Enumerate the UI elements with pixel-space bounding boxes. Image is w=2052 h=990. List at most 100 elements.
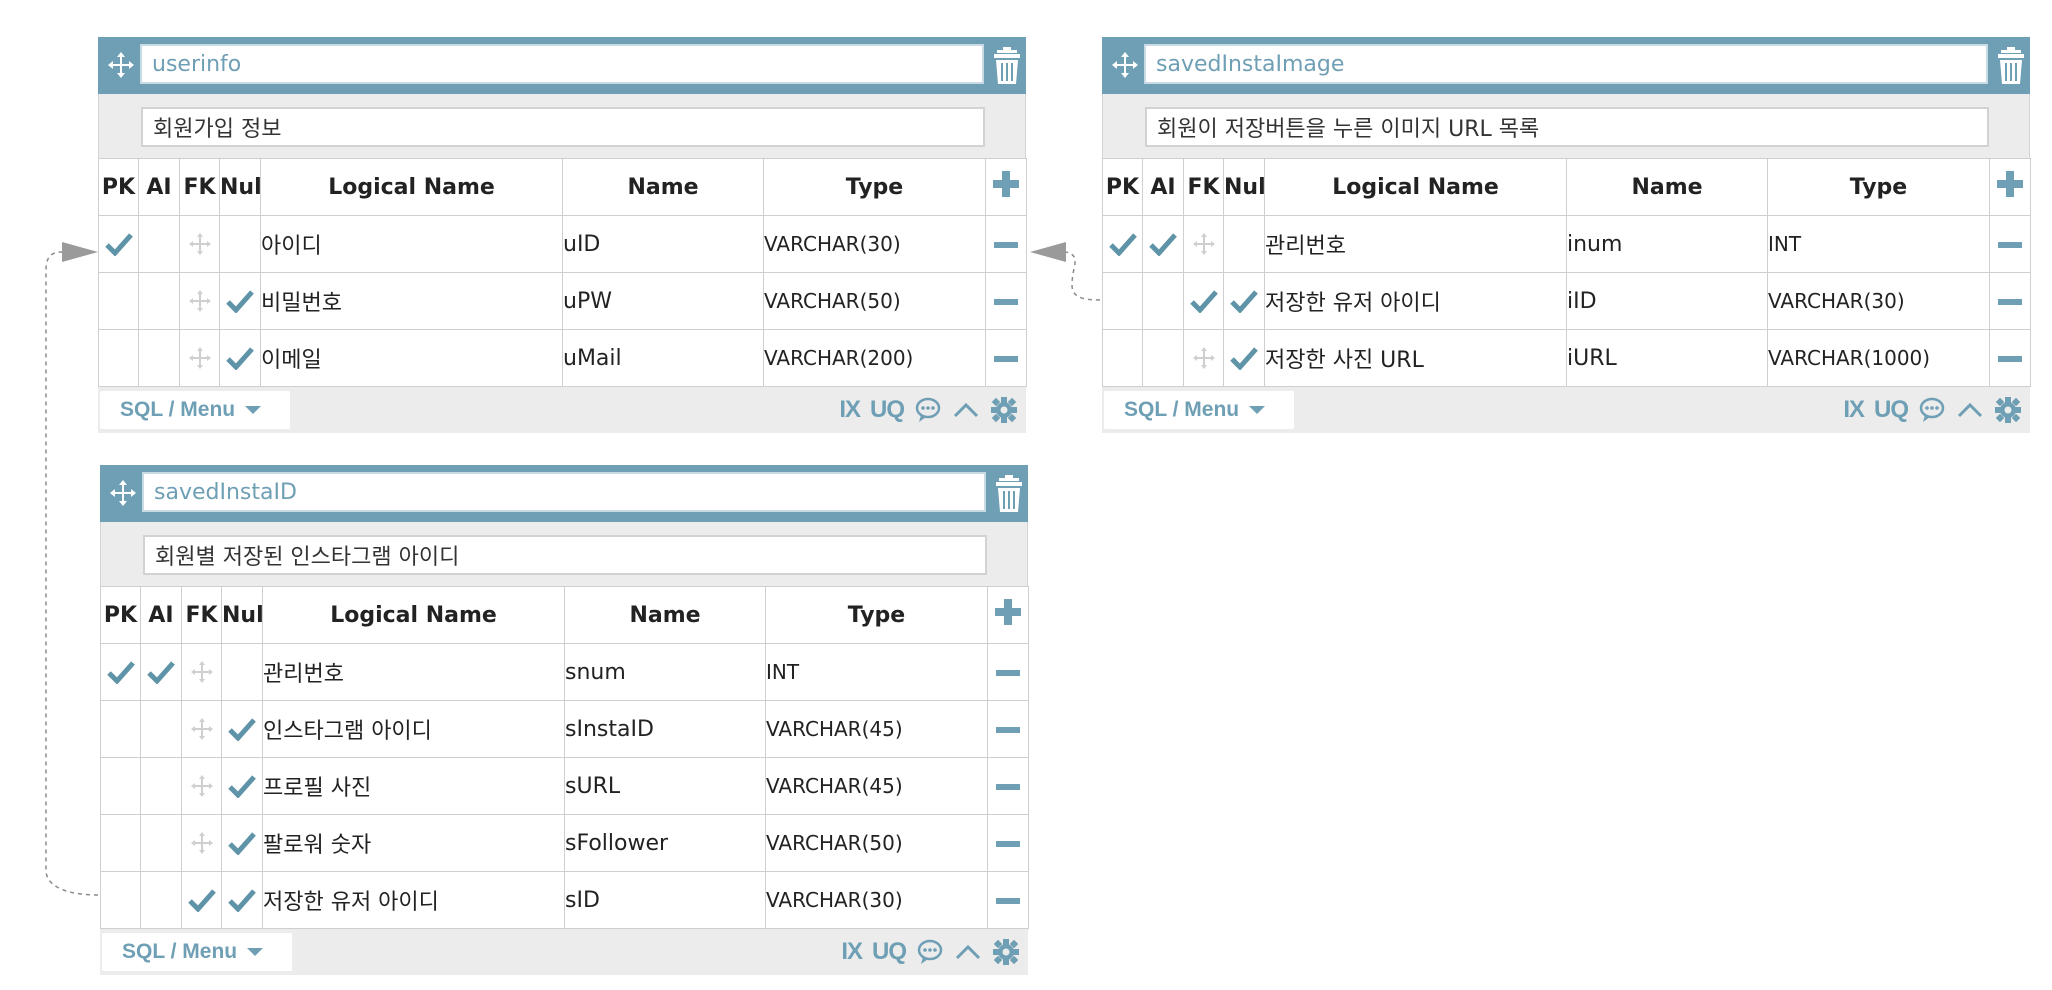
add-column-button[interactable] <box>985 158 1027 216</box>
ai-cell[interactable] <box>138 272 180 330</box>
remove-column-button[interactable] <box>1989 215 2031 273</box>
unique-button[interactable]: UQ <box>1874 396 1909 424</box>
column-row[interactable]: 이메일 uMail VARCHAR(200) <box>98 329 1027 387</box>
pk-cell[interactable] <box>1102 215 1143 273</box>
ai-cell[interactable] <box>1142 272 1184 330</box>
fk-cell[interactable] <box>179 215 220 273</box>
ai-cell[interactable] <box>140 871 182 929</box>
add-column-button[interactable] <box>987 586 1029 644</box>
pk-cell[interactable] <box>1102 329 1143 387</box>
null-cell[interactable] <box>221 700 263 758</box>
gear-icon[interactable] <box>1994 396 2022 424</box>
type-cell[interactable]: VARCHAR(1000) <box>1767 329 1990 387</box>
remove-column-button[interactable] <box>1989 329 2031 387</box>
unique-button[interactable]: UQ <box>870 396 905 424</box>
type-cell[interactable]: VARCHAR(200) <box>763 329 986 387</box>
table-comment-input[interactable] <box>1145 107 1989 147</box>
logical-name-cell[interactable]: 저장한 유저 아이디 <box>1264 272 1567 330</box>
ai-cell[interactable] <box>1142 329 1184 387</box>
type-cell[interactable]: VARCHAR(30) <box>765 871 988 929</box>
ai-cell[interactable] <box>1142 215 1184 273</box>
logical-name-cell[interactable]: 비밀번호 <box>260 272 563 330</box>
sql-menu-button[interactable]: SQL / Menu <box>102 933 292 971</box>
remove-column-button[interactable] <box>987 700 1029 758</box>
trash-icon[interactable] <box>992 475 1026 513</box>
sql-menu-button[interactable]: SQL / Menu <box>1104 391 1294 429</box>
table-comment-input[interactable] <box>143 535 987 575</box>
comment-icon[interactable] <box>916 938 944 966</box>
add-column-button[interactable] <box>1989 158 2031 216</box>
null-cell[interactable] <box>1223 329 1265 387</box>
null-cell[interactable] <box>1223 215 1265 273</box>
fk-cell[interactable] <box>181 643 222 701</box>
fk-cell[interactable] <box>179 272 220 330</box>
column-row[interactable]: 저장한 유저 아이디 sID VARCHAR(30) <box>100 871 1029 929</box>
remove-column-button[interactable] <box>987 757 1029 815</box>
index-button[interactable]: IX <box>1843 396 1865 424</box>
collapse-icon[interactable] <box>952 396 980 424</box>
remove-column-button[interactable] <box>1989 272 2031 330</box>
name-cell[interactable]: uMail <box>562 329 764 387</box>
fk-cell[interactable] <box>181 814 222 872</box>
column-row[interactable]: 비밀번호 uPW VARCHAR(50) <box>98 272 1027 330</box>
null-cell[interactable] <box>219 215 261 273</box>
pk-cell[interactable] <box>100 643 141 701</box>
trash-icon[interactable] <box>990 47 1024 85</box>
fk-cell[interactable] <box>1183 215 1224 273</box>
column-row[interactable]: 팔로워 숫자 sFollower VARCHAR(50) <box>100 814 1029 872</box>
logical-name-cell[interactable]: 프로필 사진 <box>262 757 565 815</box>
name-cell[interactable]: iID <box>1566 272 1768 330</box>
type-cell[interactable]: INT <box>765 643 988 701</box>
null-cell[interactable] <box>221 871 263 929</box>
logical-name-cell[interactable]: 저장한 유저 아이디 <box>262 871 565 929</box>
logical-name-cell[interactable]: 관리번호 <box>1264 215 1567 273</box>
column-row[interactable]: 인스타그램 아이디 sInstaID VARCHAR(45) <box>100 700 1029 758</box>
null-cell[interactable] <box>219 272 261 330</box>
null-cell[interactable] <box>221 757 263 815</box>
column-row[interactable]: 관리번호 inum INT <box>1102 215 2031 273</box>
type-cell[interactable]: VARCHAR(30) <box>1767 272 1990 330</box>
type-cell[interactable]: VARCHAR(30) <box>763 215 986 273</box>
name-cell[interactable]: sFollower <box>564 814 766 872</box>
comment-icon[interactable] <box>1918 396 1946 424</box>
null-cell[interactable] <box>221 814 263 872</box>
logical-name-cell[interactable]: 아이디 <box>260 215 563 273</box>
logical-name-cell[interactable]: 저장한 사진 URL <box>1264 329 1567 387</box>
pk-cell[interactable] <box>100 700 141 758</box>
logical-name-cell[interactable]: 인스타그램 아이디 <box>262 700 565 758</box>
name-cell[interactable]: snum <box>564 643 766 701</box>
table-comment-input[interactable] <box>141 107 985 147</box>
index-button[interactable]: IX <box>839 396 861 424</box>
null-cell[interactable] <box>1223 272 1265 330</box>
ai-cell[interactable] <box>140 700 182 758</box>
fk-cell[interactable] <box>181 700 222 758</box>
pk-cell[interactable] <box>1102 272 1143 330</box>
type-cell[interactable]: VARCHAR(45) <box>765 757 988 815</box>
remove-column-button[interactable] <box>985 215 1027 273</box>
pk-cell[interactable] <box>98 215 139 273</box>
table-name-input[interactable] <box>142 472 986 512</box>
trash-icon[interactable] <box>1994 47 2028 85</box>
fk-cell[interactable] <box>1183 272 1224 330</box>
name-cell[interactable]: sID <box>564 871 766 929</box>
gear-icon[interactable] <box>990 396 1018 424</box>
name-cell[interactable]: sInstaID <box>564 700 766 758</box>
type-cell[interactable]: VARCHAR(45) <box>765 700 988 758</box>
logical-name-cell[interactable]: 팔로워 숫자 <box>262 814 565 872</box>
move-icon[interactable] <box>108 478 138 508</box>
move-icon[interactable] <box>1110 50 1140 80</box>
column-row[interactable]: 저장한 유저 아이디 iID VARCHAR(30) <box>1102 272 2031 330</box>
name-cell[interactable]: uID <box>562 215 764 273</box>
table-name-input[interactable] <box>1144 44 1988 84</box>
remove-column-button[interactable] <box>985 329 1027 387</box>
table-name-input[interactable] <box>140 44 984 84</box>
ai-cell[interactable] <box>138 215 180 273</box>
column-row[interactable]: 저장한 사진 URL iURL VARCHAR(1000) <box>1102 329 2031 387</box>
gear-icon[interactable] <box>992 938 1020 966</box>
remove-column-button[interactable] <box>987 871 1029 929</box>
ai-cell[interactable] <box>140 643 182 701</box>
index-button[interactable]: IX <box>841 938 863 966</box>
null-cell[interactable] <box>219 329 261 387</box>
table-savedinstaimage[interactable]: PK AI FK Null Logical Name Name Type 관리번… <box>1102 37 2031 433</box>
type-cell[interactable]: VARCHAR(50) <box>763 272 986 330</box>
